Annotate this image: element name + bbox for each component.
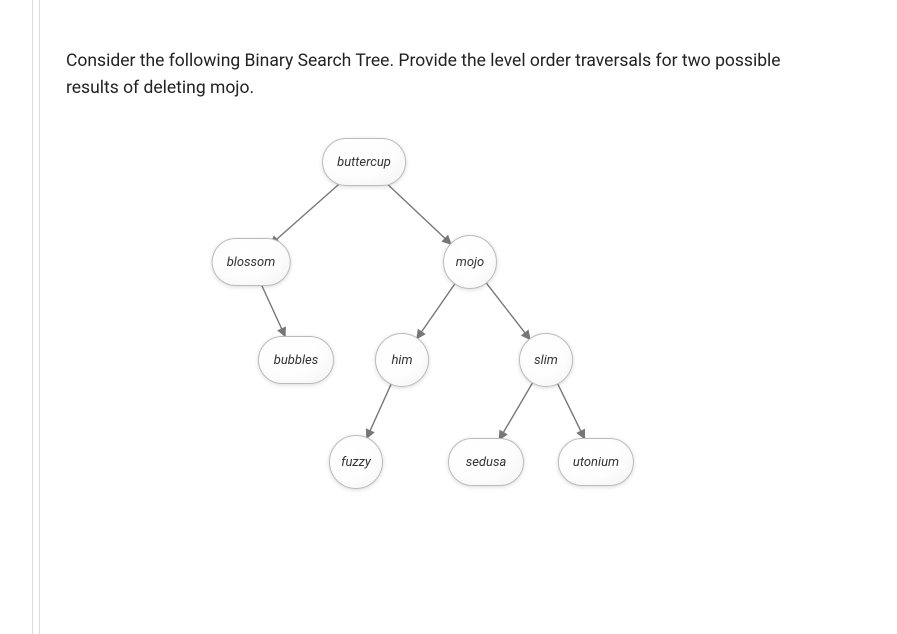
edge-slim-utonium [557,384,584,439]
node-mojo: mojo [443,235,497,289]
bst-diagram: buttercup blossom mojo bubbles him slim … [66,122,846,552]
node-buttercup: buttercup [322,138,406,186]
node-utonium: utonium [558,438,634,486]
edge-blossom-bubbles [262,286,285,337]
edge-buttercup-blossom [270,179,344,245]
node-him: him [375,333,429,387]
node-label: him [391,353,412,368]
node-label: utonium [573,455,619,470]
question-line-1: Consider the following Binary Search Tre… [66,51,781,71]
edge-mojo-slim [486,283,530,340]
node-label: bubbles [274,353,318,368]
edge-him-fuzzy [367,384,392,439]
edge-mojo-him [417,284,455,339]
node-bubbles: bubbles [258,336,334,384]
node-label: fuzzy [341,455,371,470]
node-label: blossom [227,255,276,270]
edge-slim-sedusa [499,383,533,440]
node-blossom: blossom [212,238,291,286]
node-label: buttercup [337,155,391,170]
edge-buttercup-mojo [383,180,451,244]
node-label: mojo [456,255,484,270]
node-label: slim [534,353,558,368]
node-slim: slim [519,333,573,387]
node-sedusa: sedusa [448,438,524,486]
node-fuzzy: fuzzy [329,435,383,489]
tree-edges [66,122,846,552]
node-label: sedusa [466,455,507,470]
question-line-2: results of deleting mojo. [66,78,254,98]
question-text: Consider the following Binary Search Tre… [66,0,871,102]
